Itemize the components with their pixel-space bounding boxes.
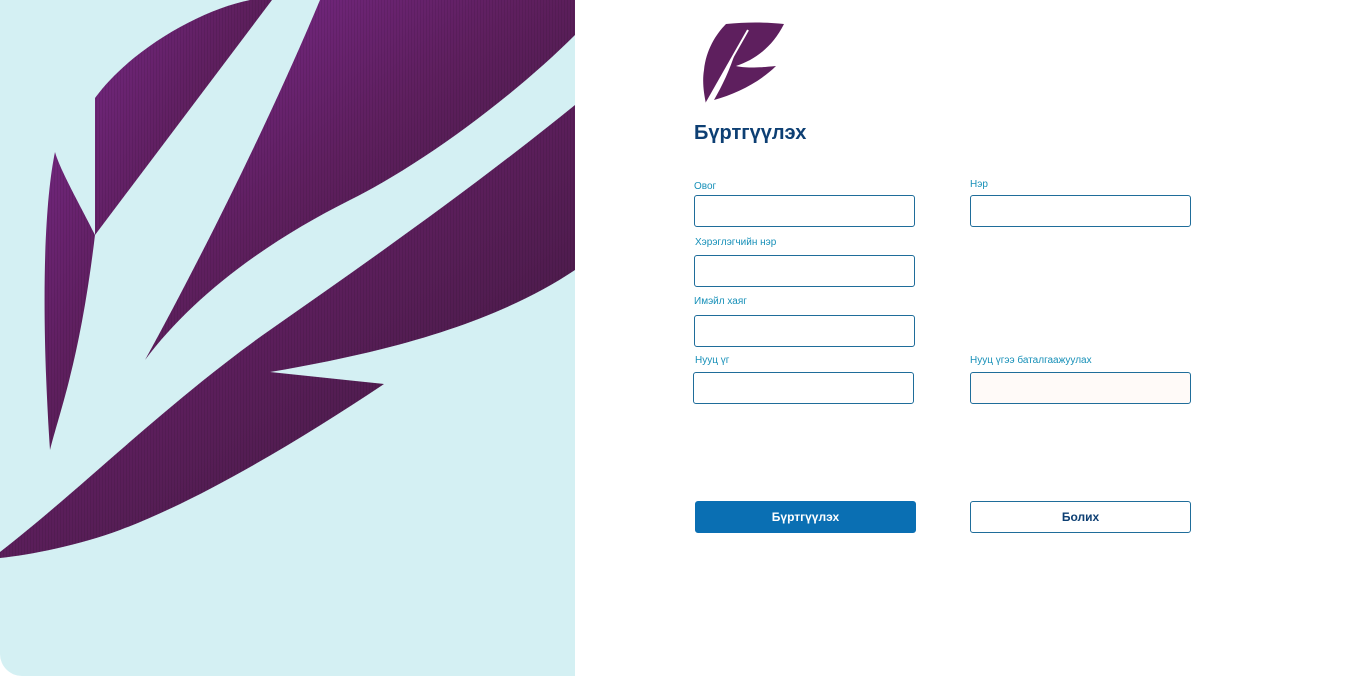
email-label: Имэйл хаяг: [694, 296, 747, 307]
cancel-button[interactable]: Болих: [970, 501, 1191, 533]
last-name-input[interactable]: [694, 195, 915, 227]
last-name-label: Овог: [694, 181, 717, 192]
page-title: Бүртгүүлэх: [694, 122, 807, 144]
first-name-input[interactable]: [970, 195, 1191, 227]
password-label: Нууц үг: [695, 355, 730, 366]
feather-logo-icon: [703, 22, 784, 105]
password-input[interactable]: [693, 372, 914, 404]
password-confirm-label: Нууц үгээ баталгаажуулах: [970, 355, 1092, 366]
hero-panel: [0, 0, 575, 676]
feather-graphic: [0, 0, 575, 558]
first-name-label: Нэр: [970, 179, 988, 190]
password-confirm-input[interactable]: [970, 372, 1191, 404]
username-label: Хэрэглэгчийн нэр: [695, 237, 777, 248]
register-button[interactable]: Бүртгүүлэх: [695, 501, 916, 533]
username-input[interactable]: [694, 255, 915, 287]
email-input[interactable]: [694, 315, 915, 347]
